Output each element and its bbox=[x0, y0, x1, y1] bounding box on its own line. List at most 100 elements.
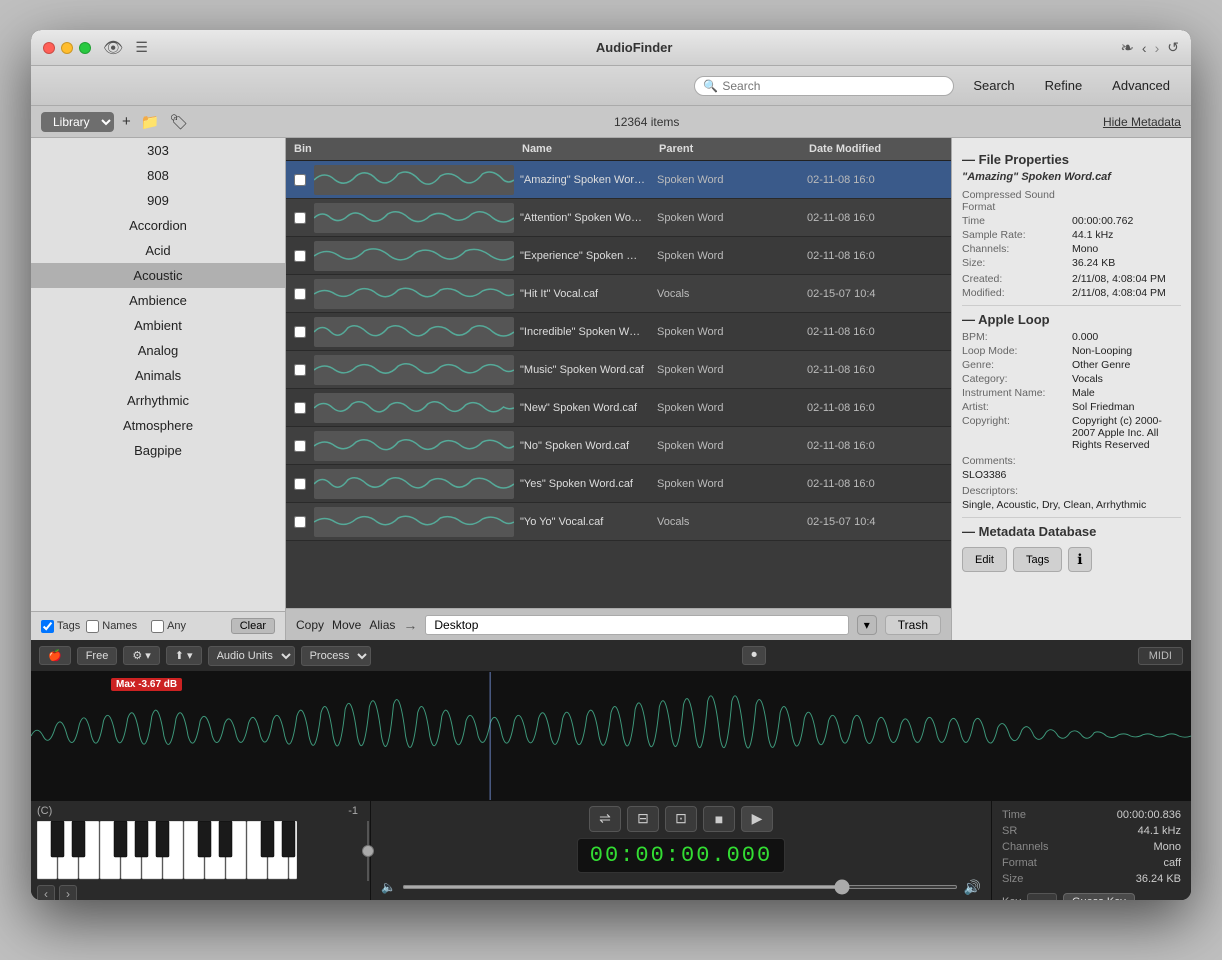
shuffle-button[interactable]: ⇌ bbox=[589, 806, 621, 832]
skip-back-button[interactable]: ⊡ bbox=[665, 806, 697, 832]
table-row[interactable]: "Hit It" Vocal.caf Vocals 02-15-07 10:4 bbox=[286, 275, 951, 313]
add-library-button[interactable]: + bbox=[120, 111, 133, 132]
row-checkbox[interactable] bbox=[294, 402, 306, 414]
file-date: 02-11-08 16:0 bbox=[801, 440, 951, 452]
destination-arrow-button[interactable]: ▾ bbox=[857, 615, 877, 635]
move-button[interactable]: Move bbox=[332, 618, 361, 632]
category-value: Vocals bbox=[1072, 373, 1103, 385]
tags-checkbox[interactable] bbox=[41, 620, 54, 633]
folder-icon-button[interactable]: 📁 bbox=[139, 111, 162, 133]
file-name: "Experience" Spoken Word.caf bbox=[514, 250, 651, 262]
file-table-header: Bin Name Parent Date Modified bbox=[286, 138, 951, 161]
guess-key-button[interactable]: Guess Key bbox=[1063, 893, 1135, 900]
table-row[interactable]: "Amazing" Spoken Word.caf Spoken Word 02… bbox=[286, 161, 951, 199]
metadata-db-title: Metadata Database bbox=[962, 524, 1181, 539]
row-checkbox[interactable] bbox=[294, 516, 306, 528]
hide-metadata-button[interactable]: Hide Metadata bbox=[1103, 115, 1181, 129]
play-button[interactable]: ▶ bbox=[741, 806, 773, 832]
row-checkbox[interactable] bbox=[294, 288, 306, 300]
row-checkbox[interactable] bbox=[294, 440, 306, 452]
record-button[interactable]: ⏺ bbox=[742, 646, 766, 665]
table-row[interactable]: "Incredible" Spoken Word.caf Spoken Word… bbox=[286, 313, 951, 351]
search-input[interactable] bbox=[722, 79, 902, 93]
search-button[interactable]: Search bbox=[962, 74, 1025, 97]
sidebar-item-ambience[interactable]: Ambience bbox=[31, 288, 285, 313]
row-checkbox[interactable] bbox=[294, 174, 306, 186]
row-checkbox[interactable] bbox=[294, 478, 306, 490]
any-checkbox-label[interactable]: Any bbox=[151, 620, 186, 633]
row-checkbox[interactable] bbox=[294, 212, 306, 224]
advanced-button[interactable]: Advanced bbox=[1101, 74, 1181, 97]
settings-button[interactable]: ⚙ ▾ bbox=[123, 646, 159, 665]
names-checkbox[interactable] bbox=[86, 620, 99, 633]
minimize-button[interactable] bbox=[61, 42, 73, 54]
refresh-icon[interactable]: ↺ bbox=[1167, 39, 1179, 56]
stop-button[interactable]: ■ bbox=[703, 806, 735, 832]
row-checkbox[interactable] bbox=[294, 364, 306, 376]
close-button[interactable] bbox=[43, 42, 55, 54]
waveform-thumbnail bbox=[314, 355, 514, 385]
apple-button[interactable]: 🍎 bbox=[39, 646, 71, 665]
table-row[interactable]: "Experience" Spoken Word.caf Spoken Word… bbox=[286, 237, 951, 275]
free-button[interactable]: Free bbox=[77, 647, 118, 665]
sidebar-item-acoustic[interactable]: Acoustic bbox=[31, 263, 285, 288]
waveform-svg bbox=[31, 672, 1191, 800]
refine-button[interactable]: Refine bbox=[1034, 74, 1094, 97]
share-button[interactable]: ⬆ ▾ bbox=[166, 646, 202, 665]
tag-icon-button[interactable]: 🏷 bbox=[167, 111, 190, 133]
info-button[interactable]: ℹ bbox=[1068, 547, 1091, 572]
sidebar-item-303[interactable]: 303 bbox=[31, 138, 285, 163]
table-row[interactable]: "New" Spoken Word.caf Spoken Word 02-11-… bbox=[286, 389, 951, 427]
sidebar-item-accordion[interactable]: Accordion bbox=[31, 213, 285, 238]
table-row[interactable]: "Yo Yo" Vocal.caf Vocals 02-15-07 10:4 bbox=[286, 503, 951, 541]
sidebar-item-arrhythmic[interactable]: Arrhythmic bbox=[31, 388, 285, 413]
table-row[interactable]: "Yes" Spoken Word.caf Spoken Word 02-11-… bbox=[286, 465, 951, 503]
sidebar-item-808[interactable]: 808 bbox=[31, 163, 285, 188]
clear-button[interactable]: Clear bbox=[231, 618, 275, 634]
piano-left-button[interactable]: ‹ bbox=[37, 885, 55, 900]
sidebar-item-analog[interactable]: Analog bbox=[31, 338, 285, 363]
sidebar-item-animals[interactable]: Animals bbox=[31, 363, 285, 388]
sidebar-item-bagpipe[interactable]: Bagpipe bbox=[31, 438, 285, 463]
any-checkbox[interactable] bbox=[151, 620, 164, 633]
table-row[interactable]: "Music" Spoken Word.caf Spoken Word 02-1… bbox=[286, 351, 951, 389]
waveform-thumbnail bbox=[314, 203, 514, 233]
destination-input[interactable] bbox=[425, 615, 848, 635]
sidebar-item-ambient[interactable]: Ambient bbox=[31, 313, 285, 338]
edit-button[interactable]: Edit bbox=[962, 547, 1007, 572]
midi-button[interactable]: MIDI bbox=[1138, 647, 1183, 665]
zoom-button[interactable] bbox=[79, 42, 91, 54]
sidebar-item-atmosphere[interactable]: Atmosphere bbox=[31, 413, 285, 438]
names-checkbox-label[interactable]: Names bbox=[86, 620, 137, 633]
piano-svg[interactable] bbox=[37, 821, 297, 881]
audio-units-select[interactable]: Audio Units bbox=[208, 646, 295, 666]
hamburger-icon[interactable]: ☰ bbox=[135, 39, 148, 56]
file-parent: Vocals bbox=[651, 516, 801, 528]
process-select[interactable]: Process bbox=[301, 646, 371, 666]
back-icon[interactable]: ❧ bbox=[1121, 38, 1134, 58]
tags-checkbox-label[interactable]: Tags bbox=[41, 620, 80, 633]
alias-button[interactable]: Alias bbox=[369, 618, 395, 632]
tags-button[interactable]: Tags bbox=[1013, 547, 1062, 572]
row-checkbox[interactable] bbox=[294, 250, 306, 262]
sidebar-item-acid[interactable]: Acid bbox=[31, 238, 285, 263]
trash-button[interactable]: Trash bbox=[885, 615, 941, 635]
library-select[interactable]: Library bbox=[41, 112, 114, 132]
piano-keys[interactable] bbox=[37, 821, 364, 881]
piano-right-button[interactable]: › bbox=[59, 885, 77, 900]
waveform-display[interactable]: Max -3.67 dB bbox=[31, 672, 1191, 800]
key-value: -- bbox=[1027, 893, 1057, 900]
volume-slider[interactable] bbox=[402, 885, 958, 889]
piano-slider-thumb[interactable] bbox=[362, 845, 374, 857]
table-row[interactable]: "No" Spoken Word.caf Spoken Word 02-11-0… bbox=[286, 427, 951, 465]
copy-button[interactable]: Copy bbox=[296, 618, 324, 632]
table-row[interactable]: "Attention" Spoken Word.caf Spoken Word … bbox=[286, 199, 951, 237]
file-parent: Spoken Word bbox=[651, 478, 801, 490]
sidebar-item-909[interactable]: 909 bbox=[31, 188, 285, 213]
eye-icon[interactable]: 👁 bbox=[103, 38, 123, 58]
loop-button[interactable]: ⊟ bbox=[627, 806, 659, 832]
left-arrow-icon[interactable]: ‹ bbox=[1142, 40, 1147, 56]
row-checkbox[interactable] bbox=[294, 326, 306, 338]
stat-time-value: 00:00:00.836 bbox=[1117, 809, 1181, 821]
right-arrow-icon[interactable]: › bbox=[1155, 40, 1160, 56]
